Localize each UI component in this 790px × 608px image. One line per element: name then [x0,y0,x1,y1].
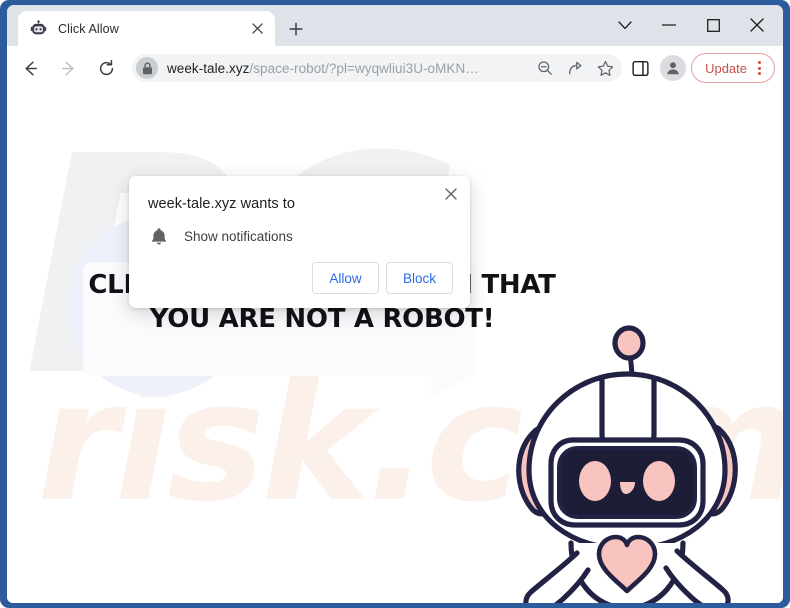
browser-window-frame: Click Allow week-tale.xyz/space-robot/?p… [0,0,790,608]
robot-favicon [30,20,47,35]
close-window-button[interactable] [735,8,779,42]
permission-label: Show notifications [184,228,293,244]
maximize-button[interactable] [691,8,735,42]
tab-close-icon[interactable] [246,18,268,40]
popup-title: week-tale.xyz wants to [148,196,295,212]
new-tab-button[interactable] [283,16,309,42]
update-button[interactable]: Update [691,53,775,83]
profile-avatar-icon[interactable] [660,55,687,81]
side-panel-icon[interactable] [624,53,656,83]
lock-icon[interactable] [136,57,158,79]
popup-buttons: Allow Block [312,262,453,294]
update-label: Update [705,60,747,76]
popup-close-icon[interactable] [438,181,464,207]
browser-toolbar: week-tale.xyz/space-robot/?pl=wyqwliui3U… [7,46,783,90]
url-text: week-tale.xyz/space-robot/?pl=wyqwliui3U… [167,61,530,76]
block-button[interactable]: Block [386,262,453,294]
space-robot-mascot [516,325,738,603]
tab-title: Click Allow [58,21,119,36]
three-dot-menu-icon[interactable] [749,57,769,79]
bell-icon [148,225,170,247]
url-path: /space-robot/?pl=wyqwliui3U-oMKN… [249,60,479,76]
address-bar[interactable]: week-tale.xyz/space-robot/?pl=wyqwliui3U… [132,54,623,82]
toolbar-right-actions: Update [624,53,775,83]
browser-window: Click Allow week-tale.xyz/space-robot/?p… [7,5,783,603]
browser-tab[interactable]: Click Allow [18,11,275,46]
omnibox-actions [530,54,620,82]
zoom-out-icon[interactable] [530,54,560,82]
reload-icon[interactable] [91,53,121,83]
tab-strip: Click Allow [7,5,783,46]
window-controls [603,7,779,43]
back-arrow-icon[interactable] [15,53,45,83]
share-icon[interactable] [560,54,590,82]
permission-row: Show notifications [148,225,293,247]
tab-search-button[interactable] [603,8,647,42]
notification-permission-popup: week-tale.xyz wants to Show notification… [129,176,470,308]
speech-bubble-tail [431,375,471,397]
page-viewport: PC risk.com CLICK ALLOW TO CONFIRM THAT … [7,90,783,603]
minimize-button[interactable] [647,8,691,42]
forward-arrow-icon[interactable] [53,53,83,83]
star-icon[interactable] [590,54,620,82]
allow-button[interactable]: Allow [312,262,379,294]
url-host: week-tale.xyz [167,60,250,76]
